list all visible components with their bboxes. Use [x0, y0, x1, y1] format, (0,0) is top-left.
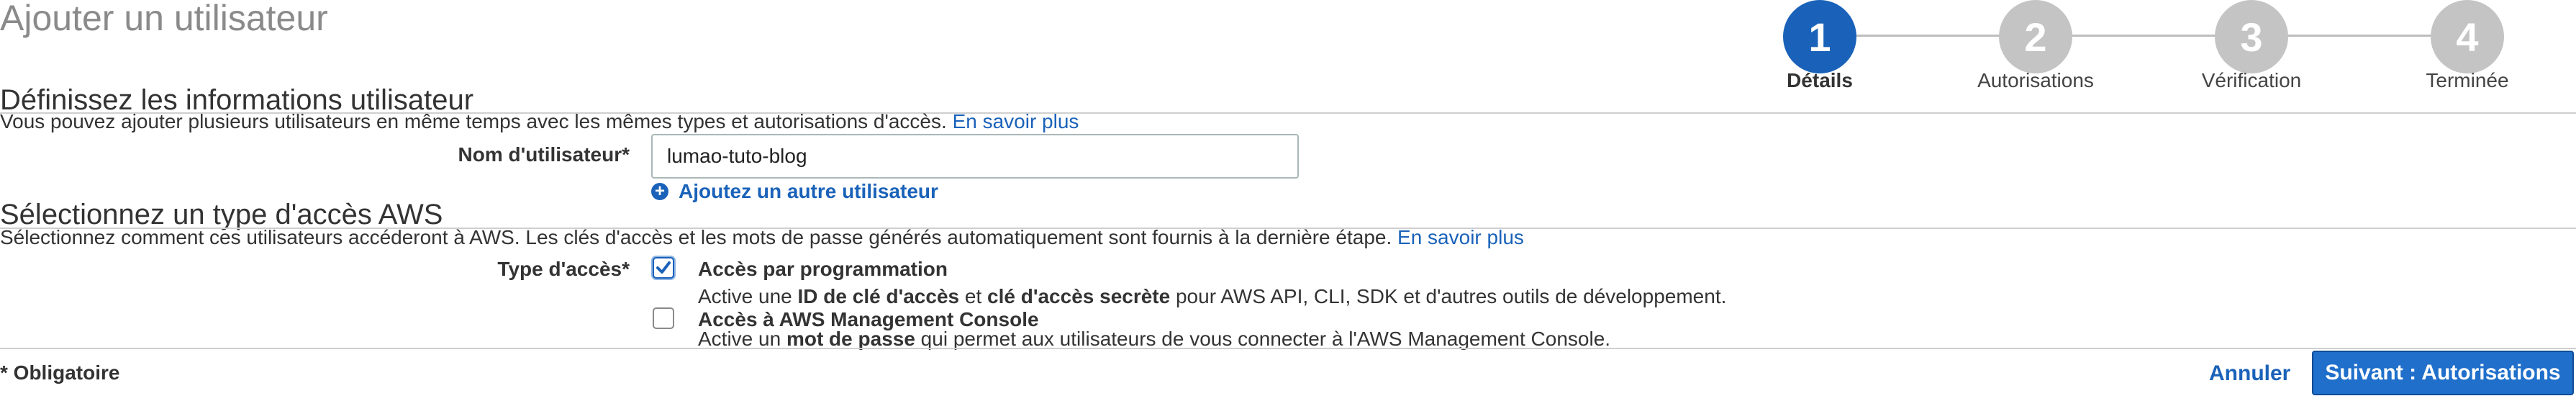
step-1-circle: 1: [1783, 0, 1856, 73]
programmatic-access-description: Active une ID de clé d'accès et clé d'ac…: [698, 285, 1726, 308]
step-2-label: Autorisations: [1977, 69, 2094, 91]
add-user-button[interactable]: + Ajoutez un autre utilisateur: [651, 180, 938, 203]
step-1-number: 1: [1808, 14, 1831, 60]
next-permissions-button[interactable]: Suivant : Autorisations: [2312, 351, 2574, 395]
access-type-description-text: Sélectionnez comment ces utilisateurs ac…: [0, 226, 1392, 248]
step-4-circle: 4: [2431, 0, 2504, 73]
add-user-label: Ajoutez un autre utilisateur: [679, 180, 938, 202]
step-3-number: 3: [2240, 14, 2263, 60]
username-label: Nom d'utilisateur*: [458, 143, 630, 166]
step-4-number: 4: [2456, 14, 2479, 60]
user-details-description: Vous pouvez ajouter plusieurs utilisateu…: [0, 110, 1079, 133]
step-3-circle: 3: [2215, 0, 2288, 73]
desc-text: Active une: [698, 285, 798, 307]
step-4-label: Terminée: [2426, 69, 2509, 91]
cancel-button[interactable]: Annuler: [2209, 361, 2290, 386]
step-3-label: Vérification: [2201, 69, 2302, 91]
username-input[interactable]: [651, 134, 1299, 179]
desc-text: qui permet aux utilisateurs de vous conn…: [915, 328, 1611, 350]
access-type-label: Type d'accès*: [497, 258, 630, 280]
stepper-line: [1856, 35, 2482, 37]
desc-text: pour AWS API, CLI, SDK et d'autres outil…: [1170, 285, 1727, 307]
checkmark-icon: [656, 261, 671, 274]
footer-divider: [0, 348, 2576, 349]
step-2-number: 2: [2024, 14, 2047, 60]
programmatic-access-checkbox[interactable]: [653, 257, 674, 279]
desc-text: et: [959, 285, 988, 307]
plus-circle-icon: +: [651, 183, 668, 200]
desc-bold: clé d'accès secrète: [987, 285, 1171, 307]
console-access-checkbox[interactable]: [653, 307, 674, 329]
access-type-heading: Sélectionnez un type d'accès AWS: [0, 199, 443, 230]
step-1-label: Détails: [1787, 69, 1853, 91]
desc-bold: ID de clé d'accès: [797, 285, 960, 307]
required-note: * Obligatoire: [0, 361, 120, 384]
desc-bold: mot de passe: [786, 328, 915, 350]
desc-text: Active un: [698, 328, 786, 350]
learn-more-link[interactable]: En savoir plus: [1397, 226, 1524, 248]
user-details-description-text: Vous pouvez ajouter plusieurs utilisateu…: [0, 110, 947, 132]
page-title: Ajouter un utilisateur: [0, 0, 328, 38]
learn-more-link[interactable]: En savoir plus: [953, 110, 1079, 132]
programmatic-access-title: Accès par programmation: [698, 258, 948, 280]
access-type-description: Sélectionnez comment ces utilisateurs ac…: [0, 226, 1524, 249]
step-2-circle: 2: [1999, 0, 2072, 73]
